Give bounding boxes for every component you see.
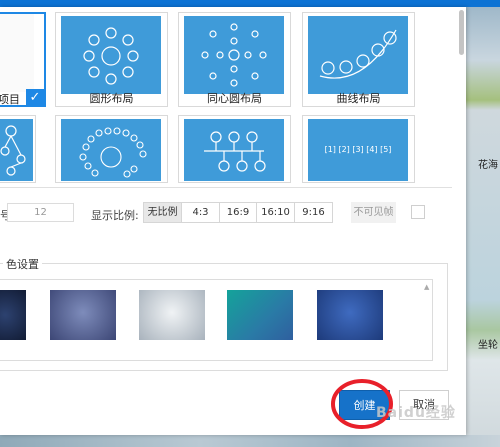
layout-thumb-org [184, 119, 284, 181]
layout-thumb-curve [308, 16, 408, 94]
ratio-selector: 无比例 4:3 16:9 16:10 9:16 [143, 202, 333, 223]
layout-card-spiral[interactable] [55, 115, 168, 183]
ratio-none-button[interactable]: 无比例 [144, 203, 182, 222]
checkmark-icon: ✓ [26, 89, 44, 107]
background-desktop-strip [466, 0, 500, 447]
background-bottom-strip [0, 435, 500, 447]
layout-thumb-concentric [184, 16, 284, 94]
scroll-up-arrow-icon[interactable]: ▲ [424, 283, 429, 291]
background-swatch-5[interactable] [317, 290, 383, 340]
layout-card-curve[interactable]: 曲线布局 [302, 12, 415, 107]
layout-label-circle: 圆形布局 [89, 92, 134, 105]
layout-scrollbar[interactable] [459, 10, 464, 55]
background-swatch-4[interactable] [227, 290, 293, 340]
layout-card-org[interactable] [178, 115, 291, 183]
ratio-16-9-button[interactable]: 16:9 [220, 203, 257, 222]
layout-card-tree[interactable] [0, 115, 36, 183]
background-text-2: 坐轮 [478, 340, 498, 351]
window-titlebar [0, 0, 500, 7]
invisible-frame-checkbox[interactable] [411, 205, 425, 219]
ratio-4-3-button[interactable]: 4:3 [182, 203, 220, 222]
layout-thumb-circle [61, 16, 161, 94]
layout-thumb-project [0, 14, 34, 92]
layout-label-curve: 曲线布局 [336, 92, 381, 105]
size-input[interactable]: 12 [7, 203, 74, 222]
background-settings-title: 色设置 [3, 256, 42, 272]
background-swatch-2[interactable] [50, 290, 116, 340]
background-swatch-3[interactable] [139, 290, 205, 340]
timeline-thumb-text: [1] [2] [3] [4] [5] [324, 145, 392, 154]
layout-card-project[interactable]: 项目 ✓ [0, 12, 46, 107]
layout-card-concentric[interactable]: 同心圆布局 [178, 12, 291, 107]
layout-thumb-timeline: [1] [2] [3] [4] [5] [308, 119, 408, 181]
layout-card-timeline[interactable]: [1] [2] [3] [4] [5] [302, 115, 415, 183]
background-swatch-1[interactable] [0, 290, 26, 340]
layout-thumb-spiral [61, 119, 161, 181]
layout-card-circle[interactable]: 圆形布局 [55, 12, 168, 107]
layout-thumb-tree [0, 119, 33, 181]
section-divider [0, 187, 452, 188]
ratio-9-16-button[interactable]: 9:16 [295, 203, 332, 222]
background-text-1: 花海 [478, 160, 498, 171]
ratio-label: 显示比例: [91, 209, 139, 222]
watermark-text: Baidu经验 [376, 405, 456, 421]
invisible-frame-toggle[interactable]: 不可见帧 [351, 202, 396, 223]
ratio-16-10-button[interactable]: 16:10 [257, 203, 295, 222]
layout-label-concentric: 同心圆布局 [207, 92, 262, 105]
